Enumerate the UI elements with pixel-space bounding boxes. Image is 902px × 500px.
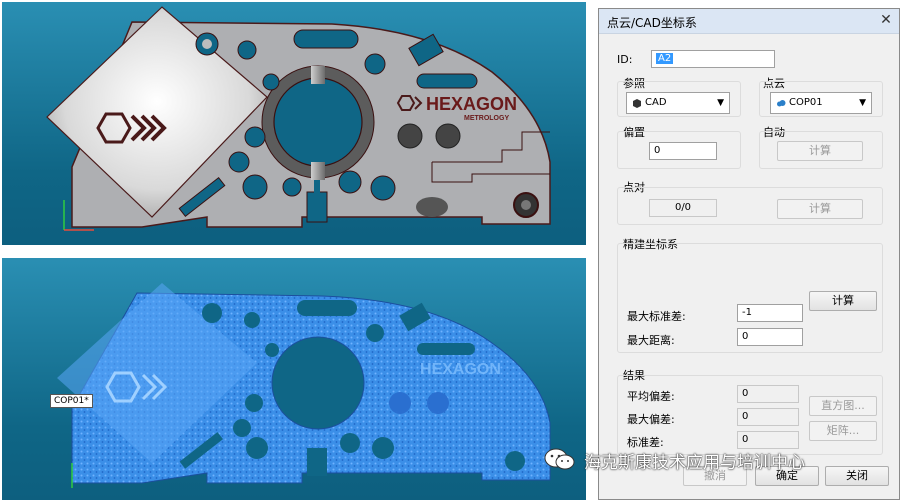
pointcloud-viewport[interactable]: HEXAGON COP01* (2, 258, 586, 500)
cloud-icon (777, 100, 786, 107)
watermark: 海克斯康技术应用与培训中心 (544, 444, 902, 474)
pointcloud-model: HEXAGON (57, 283, 551, 488)
pairs-value: 0/0 (649, 199, 717, 217)
wechat-icon (544, 448, 575, 470)
avg-dev-value: 0 (737, 385, 799, 403)
matrix-button[interactable]: 矩阵... (809, 421, 877, 441)
dialog-title: 点云/CAD坐标系 (607, 16, 697, 30)
auto-calc-button[interactable]: 计算 (777, 141, 863, 161)
max-std-field[interactable]: -1 (737, 304, 803, 322)
avg-dev-label: 平均偏差: (627, 390, 675, 403)
id-value: A2 (656, 53, 674, 64)
max-dev-value: 0 (737, 408, 799, 426)
id-label: ID: (617, 53, 633, 66)
reference-value: CAD (645, 97, 667, 108)
cad-viewport[interactable]: HEXAGON METROLOGY (2, 2, 586, 245)
cad-brand-subtext: METROLOGY (464, 115, 509, 122)
refine-calc-button[interactable]: 计算 (809, 291, 877, 311)
id-field[interactable]: A2 (651, 50, 775, 68)
pairs-calc-button[interactable]: 计算 (777, 199, 863, 219)
dialog-titlebar[interactable]: 点云/CAD坐标系 ✕ (599, 9, 899, 34)
pointcloud-tag: COP01* (50, 394, 93, 408)
reference-select[interactable]: CAD ▼ (626, 92, 730, 114)
close-icon[interactable]: ✕ (877, 11, 895, 29)
pointcloud-select[interactable]: COP01 ▼ (770, 92, 872, 114)
max-dev-label: 最大偏差: (627, 413, 675, 426)
cad-model: HEXAGON METROLOGY (46, 6, 551, 231)
pointcloud-cad-dialog: 点云/CAD坐标系 ✕ ID: A2 参照 CAD ▼ 点云 COP01 ▼ 偏… (598, 8, 900, 500)
cad-brand-text: HEXAGON (426, 94, 517, 114)
chevron-down-icon: ▼ (717, 98, 724, 108)
watermark-text: 海克斯康技术应用与培训中心 (584, 453, 805, 473)
cube-icon (633, 99, 641, 108)
chevron-down-icon: ▼ (859, 98, 866, 108)
max-dist-label: 最大距离: (627, 334, 675, 347)
scan-brand-text: HEXAGON (420, 361, 501, 378)
histogram-button[interactable]: 直方图... (809, 396, 877, 416)
max-std-label: 最大标准差: (627, 310, 686, 323)
offset-field[interactable]: 0 (649, 142, 717, 160)
pointcloud-value: COP01 (789, 97, 823, 108)
max-dist-field[interactable]: 0 (737, 328, 803, 346)
